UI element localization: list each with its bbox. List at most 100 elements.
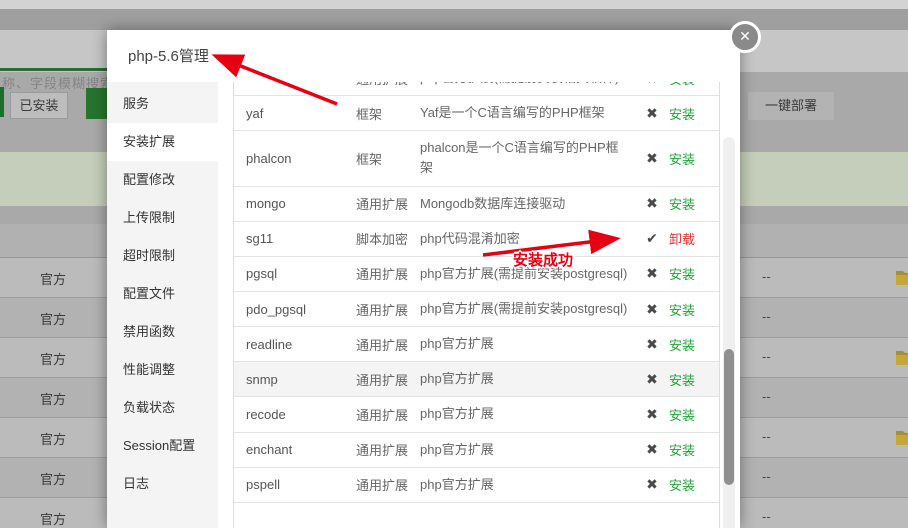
extension-type: 脚本加密 <box>356 232 409 248</box>
modal-sidebar: 服务 安装扩展 配置修改 上传限制 超时限制 配置文件 禁用函数 性能调整 负载状态 Sessio… <box>107 82 218 528</box>
install-link[interactable]: 安装 <box>669 370 719 389</box>
extension-name: mongo <box>246 196 286 212</box>
extension-row: pspell 通用扩展 php官方扩展 ✖ 安装 <box>234 468 719 503</box>
install-link[interactable]: 安装 <box>669 104 719 123</box>
scrollbar-thumb[interactable] <box>724 349 734 485</box>
sidebar-item-性能调整[interactable]: 性能调整 <box>107 351 218 389</box>
extension-name: pdo_pgsql <box>246 301 306 317</box>
extension-name: readline <box>246 336 293 352</box>
developer-cell: 官方 <box>40 352 67 367</box>
expire-cell: -- <box>762 509 771 524</box>
modal-title: php-5.6管理 <box>128 48 209 65</box>
extension-type: 框架 <box>356 151 383 167</box>
extension-description: php官方扩展 <box>420 371 494 387</box>
extension-type: 框架 <box>356 106 383 122</box>
extension-row: recode 通用扩展 php官方扩展 ✖ 安装 <box>234 397 719 433</box>
extension-description: php官方扩展 <box>420 406 494 422</box>
top-strip <box>0 0 908 9</box>
cross-icon: ✖ <box>646 195 658 212</box>
extension-name: enchant <box>246 442 293 458</box>
scrollbar-track[interactable] <box>723 137 735 528</box>
extension-type: 通用扩展 <box>356 267 409 283</box>
extension-type: 通用扩展 <box>356 372 409 388</box>
extension-rows: 通用扩展php官方扩展(需提前安装相关软件)✖安装yaf框架Yaf是一个C语言编… <box>234 82 719 503</box>
extension-row: enchant 通用扩展 php官方扩展 ✖ 安装 <box>234 433 719 468</box>
sidebar-item-安装扩展[interactable]: 安装扩展 <box>107 123 218 161</box>
extension-type: 通用扩展 <box>356 302 409 318</box>
cross-icon: ✖ <box>646 370 658 387</box>
folder-icon[interactable] <box>895 269 908 286</box>
install-link[interactable]: 安装 <box>669 264 719 283</box>
uninstall-link[interactable]: 卸载 <box>669 229 719 248</box>
extension-description: php官方扩展(需提前安装postgresql) <box>420 300 628 316</box>
extension-table: 通用扩展php官方扩展(需提前安装相关软件)✖安装yaf框架Yaf是一个C语言编… <box>233 82 720 528</box>
install-link[interactable]: 安装 <box>669 194 719 213</box>
expire-cell: -- <box>762 429 771 444</box>
one-click-deploy-button[interactable]: 一键部署 <box>748 92 834 120</box>
extension-type: 通用扩展 <box>356 337 409 353</box>
developer-cell: 官方 <box>40 312 67 327</box>
sidebar-item-上传限制[interactable]: 上传限制 <box>107 199 218 237</box>
sidebar-item-禁用函数[interactable]: 禁用函数 <box>107 313 218 351</box>
developer-cell: 官方 <box>40 432 67 447</box>
install-link[interactable]: 安装 <box>669 300 719 319</box>
developer-cell: 官方 <box>40 392 67 407</box>
sidebar-item-日志[interactable]: 日志 <box>107 465 218 503</box>
cross-icon: ✖ <box>646 335 658 352</box>
folder-icon[interactable] <box>895 349 908 366</box>
php-manage-modal: php-5.6管理 服务 安装扩展 配置修改 上传限制 超时限制 配置文件 禁用函数 性能调整… <box>107 30 740 528</box>
cross-icon: ✖ <box>646 149 658 166</box>
folder-icon[interactable] <box>895 429 908 446</box>
expire-cell: -- <box>762 309 771 324</box>
sidebar-item-超时限制[interactable]: 超时限制 <box>107 237 218 275</box>
install-link[interactable]: 安装 <box>669 149 719 168</box>
cross-icon: ✖ <box>646 265 658 282</box>
extension-row: readline 通用扩展 php官方扩展 ✖ 安装 <box>234 327 719 363</box>
sidebar-item-配置文件[interactable]: 配置文件 <box>107 275 218 313</box>
developer-cell: 官方 <box>40 272 67 287</box>
top-bar <box>0 9 908 30</box>
modal-content: 通用扩展php官方扩展(需提前安装相关软件)✖安装yaf框架Yaf是一个C语言编… <box>218 82 740 528</box>
install-link[interactable]: 安装 <box>669 335 719 354</box>
extension-name: recode <box>246 406 286 422</box>
extension-row: snmp 通用扩展 php官方扩展 ✖ 安装 <box>234 362 719 398</box>
cross-icon: ✖ <box>646 441 658 458</box>
clipped-green-button[interactable] <box>0 87 4 117</box>
extension-row: sg11 脚本加密 php代码混淆加密 ✔ 卸载 <box>234 222 719 257</box>
check-icon: ✔ <box>646 230 658 247</box>
expire-cell: -- <box>762 269 771 284</box>
expire-cell: -- <box>762 349 771 364</box>
sidebar-item-服务[interactable]: 服务 <box>107 85 218 123</box>
extension-row: yaf 框架 Yaf是一个C语言编写的PHP框架 ✖ 安装 <box>234 96 719 132</box>
installed-tab-button[interactable]: 已安装 <box>10 92 68 119</box>
extension-type: 通用扩展 <box>356 197 409 213</box>
developer-cell: 官方 <box>40 472 67 487</box>
expire-cell: -- <box>762 469 771 484</box>
cross-icon: ✖ <box>646 476 658 493</box>
extension-name: pgsql <box>246 266 278 282</box>
extension-type: 通用扩展 <box>356 478 409 494</box>
cross-icon: ✖ <box>646 104 658 121</box>
extension-description: phalcon是一个C语言编写的PHP框架 <box>420 140 619 176</box>
install-link[interactable]: 安装 <box>669 82 719 88</box>
cross-icon: ✖ <box>646 300 658 317</box>
developer-cell: 官方 <box>40 512 67 527</box>
close-icon[interactable]: ✕ <box>729 21 761 53</box>
extension-description: php官方扩展 <box>420 476 494 492</box>
install-link[interactable]: 安装 <box>669 475 719 494</box>
search-underline <box>0 68 107 71</box>
extension-description: Mongodb数据库连接驱动 <box>420 195 566 211</box>
install-link[interactable]: 安装 <box>669 440 719 459</box>
sidebar-item-负载状态[interactable]: 负载状态 <box>107 389 218 427</box>
extension-type: 通用扩展 <box>356 82 420 88</box>
cross-icon: ✖ <box>635 82 669 87</box>
sidebar-item-Session配置[interactable]: Session配置 <box>107 427 218 465</box>
extension-row: 通用扩展php官方扩展(需提前安装相关软件)✖安装 <box>234 82 719 97</box>
extension-description: Yaf是一个C语言编写的PHP框架 <box>420 105 605 121</box>
extension-description: php官方扩展 <box>420 441 494 457</box>
extension-type: 通用扩展 <box>356 407 409 423</box>
sidebar-item-配置修改[interactable]: 配置修改 <box>107 161 218 199</box>
extension-name: phalcon <box>246 150 292 166</box>
extension-row: pgsql 通用扩展 php官方扩展(需提前安装postgresql) ✖ 安装 <box>234 257 719 292</box>
install-link[interactable]: 安装 <box>669 405 719 424</box>
